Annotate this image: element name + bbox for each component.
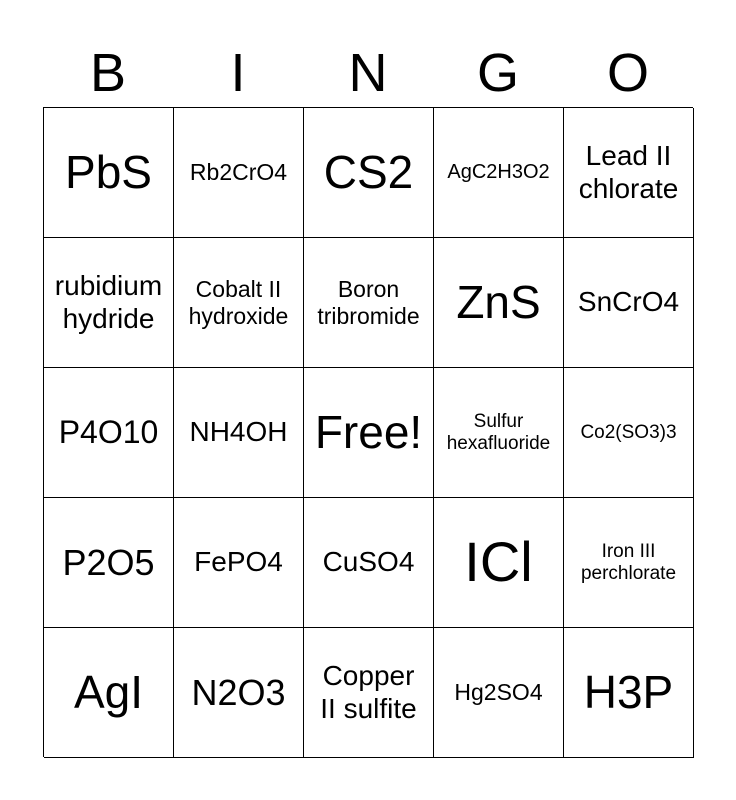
- cell-text: AgC2H3O2: [447, 161, 550, 183]
- bingo-cell[interactable]: Rb2CrO4: [174, 108, 304, 238]
- bingo-cell[interactable]: CuSO4: [304, 498, 434, 628]
- cell-text: Hg2SO4: [454, 679, 543, 706]
- bingo-cell[interactable]: Free!: [304, 368, 434, 498]
- bingo-cell[interactable]: ICl: [434, 498, 564, 628]
- cell-text: P4O10: [58, 414, 159, 451]
- header-letter-i: I: [230, 43, 246, 103]
- cell-text: PbS: [65, 146, 152, 199]
- bingo-header: B I N G O: [43, 40, 693, 106]
- bingo-cell[interactable]: Co2(SO3)3: [564, 368, 694, 498]
- bingo-cell[interactable]: N2O3: [174, 628, 304, 758]
- bingo-cell[interactable]: Cobalt II hydroxide: [174, 238, 304, 368]
- cell-text: Iron III perchlorate: [580, 540, 677, 584]
- bingo-cell[interactable]: SnCrO4: [564, 238, 694, 368]
- bingo-cell[interactable]: Copper II sulfite: [304, 628, 434, 758]
- bingo-cell[interactable]: rubidium hydride: [44, 238, 174, 368]
- bingo-cell[interactable]: Boron tribromide: [304, 238, 434, 368]
- bingo-cell[interactable]: NH4OH: [174, 368, 304, 498]
- cell-text: CuSO4: [322, 546, 415, 578]
- bingo-cell[interactable]: PbS: [44, 108, 174, 238]
- bingo-cell[interactable]: P2O5: [44, 498, 174, 628]
- header-letter-o: O: [606, 43, 649, 103]
- bingo-cell[interactable]: AgI: [44, 628, 174, 758]
- header-letter-n: N: [348, 43, 388, 103]
- bingo-cell[interactable]: Iron III perchlorate: [564, 498, 694, 628]
- cell-text: Copper II sulfite: [320, 660, 417, 724]
- header-letter-b: B: [89, 43, 127, 103]
- bingo-cell[interactable]: ZnS: [434, 238, 564, 368]
- cell-text: Sulfur hexafluoride: [446, 410, 551, 454]
- cell-text: Rb2CrO4: [189, 159, 288, 186]
- bingo-cell[interactable]: AgC2H3O2: [434, 108, 564, 238]
- cell-text: ZnS: [456, 276, 541, 329]
- cell-text: AgI: [73, 666, 144, 719]
- cell-text: P2O5: [62, 541, 155, 583]
- cell-text: H3P: [583, 666, 674, 719]
- header-letter-g: G: [476, 43, 519, 103]
- bingo-cell[interactable]: Lead II chlorate: [564, 108, 694, 238]
- cell-text: ICl: [464, 530, 533, 594]
- bingo-cell[interactable]: H3P: [564, 628, 694, 758]
- bingo-cell[interactable]: Sulfur hexafluoride: [434, 368, 564, 498]
- bingo-board: PbS Rb2CrO4 CS2 AgC2H3O2 Lead II chlorat…: [43, 107, 694, 758]
- cell-text: Cobalt II hydroxide: [188, 276, 289, 329]
- bingo-cell[interactable]: P4O10: [44, 368, 174, 498]
- free-space: Free!: [314, 406, 423, 459]
- cell-text: NH4OH: [189, 416, 288, 448]
- cell-text: rubidium hydride: [54, 270, 163, 334]
- cell-text: SnCrO4: [577, 286, 680, 318]
- bingo-cell[interactable]: CS2: [304, 108, 434, 238]
- cell-text: Co2(SO3)3: [580, 421, 677, 443]
- bingo-cell[interactable]: Hg2SO4: [434, 628, 564, 758]
- cell-text: CS2: [323, 146, 414, 199]
- cell-text: Lead II chlorate: [578, 140, 679, 204]
- cell-text: FePO4: [194, 546, 283, 578]
- bingo-cell[interactable]: FePO4: [174, 498, 304, 628]
- cell-text: N2O3: [191, 671, 286, 713]
- cell-text: Boron tribromide: [317, 276, 420, 329]
